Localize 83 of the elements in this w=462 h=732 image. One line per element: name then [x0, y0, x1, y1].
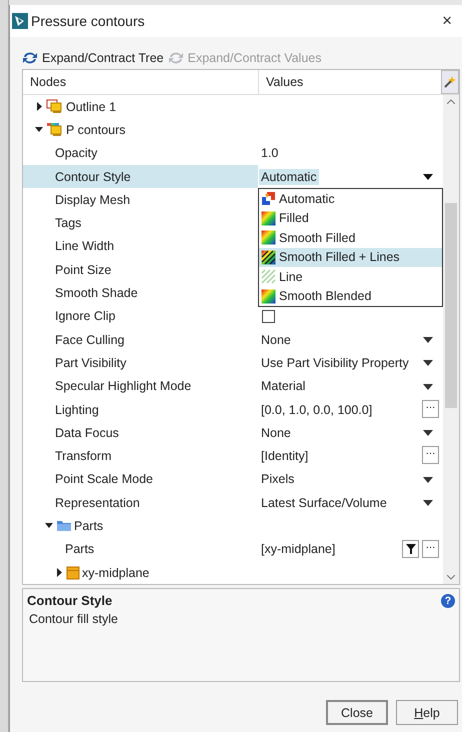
dropdown-option[interactable]: Smooth Filled + Lines: [259, 248, 442, 268]
dialog-button[interactable]: Help: [396, 700, 458, 726]
window-title: Pressure contours: [31, 13, 146, 29]
dropdown-caret-icon[interactable]: [423, 174, 433, 180]
value-text: Use Part Visibility Property: [260, 354, 410, 371]
description-title: Contour Style: [27, 593, 112, 608]
refresh-icon: [22, 51, 38, 65]
value-text: [0.0, 1.0, 0.0, 100.0]: [260, 402, 374, 418]
scrollbar-thumb[interactable]: [445, 203, 457, 408]
column-header[interactable]: Values: [259, 70, 441, 94]
dropdown-caret-icon[interactable]: [423, 384, 433, 390]
dropdown-option[interactable]: Filled: [259, 208, 442, 228]
tree-item[interactable]: Representation: [23, 491, 258, 514]
scroll-up-icon[interactable]: [447, 99, 455, 104]
dropdown-caret-icon[interactable]: [423, 476, 433, 483]
expander-icon[interactable]: [55, 568, 64, 578]
dropdown-option[interactable]: Automatic: [259, 189, 442, 209]
toolbar-button[interactable]: Expand/Contract Tree: [22, 51, 164, 65]
dropdown-caret-icon[interactable]: [423, 430, 433, 436]
value-text: None: [260, 332, 292, 348]
expander-icon[interactable]: [45, 521, 54, 530]
ellipsis-button[interactable]: …: [422, 446, 439, 464]
wand-button[interactable]: [441, 70, 459, 94]
expander-icon[interactable]: [35, 125, 44, 134]
filter-button[interactable]: [402, 540, 419, 558]
gradient-icon: [261, 288, 276, 304]
scrollbar[interactable]: [443, 95, 459, 584]
tree-item[interactable]: Opacity: [23, 142, 258, 165]
tree-item[interactable]: Parts: [23, 538, 258, 561]
scroll-down-icon[interactable]: [447, 575, 455, 580]
description-text: Contour fill style: [28, 612, 119, 626]
expander-icon[interactable]: [35, 102, 44, 112]
tree-item[interactable]: Lighting: [23, 398, 258, 422]
tree-item[interactable]: Tags: [23, 211, 258, 235]
tree-item[interactable]: Parts: [23, 514, 258, 538]
striped-gradient-icon: [261, 250, 276, 265]
refresh-icon: [168, 51, 184, 65]
tree-item[interactable]: Point Size: [23, 258, 258, 282]
close-button[interactable]: ×: [438, 11, 456, 31]
tree-item[interactable]: Transform: [23, 444, 258, 468]
dialog-button[interactable]: Close: [326, 700, 388, 726]
value-text: [Identity]: [260, 448, 310, 464]
wand-icon: [443, 75, 457, 89]
contour-object-icon: [46, 122, 64, 138]
ellipsis-button[interactable]: …: [422, 400, 439, 418]
tree-item[interactable]: xy-midplane: [23, 560, 258, 584]
tree-item[interactable]: Face Culling: [23, 328, 258, 352]
checkbox[interactable]: [262, 310, 275, 323]
value-text: Latest Surface/Volume: [260, 494, 388, 511]
tree-item[interactable]: Outline 1: [23, 95, 258, 118]
value-text: 1.0: [260, 145, 280, 162]
tree-item[interactable]: Display Mesh: [23, 188, 258, 212]
tree-item[interactable]: Specular Highlight Mode: [23, 374, 258, 398]
gradient-icon: [261, 210, 276, 226]
tree-item[interactable]: Line Width: [23, 234, 258, 258]
help-icon[interactable]: ?: [441, 594, 455, 608]
value-text: [xy-midplane]: [260, 541, 336, 558]
dropdown-caret-icon[interactable]: [423, 360, 433, 366]
outline-icon: [46, 99, 64, 114]
filter-icon: [406, 544, 416, 554]
gradient-icon: [261, 230, 276, 246]
tree-item[interactable]: Data Focus: [23, 421, 258, 444]
tree-item[interactable]: Ignore Clip: [23, 304, 258, 328]
tree-item[interactable]: Part Visibility: [23, 351, 258, 375]
dropdown-caret-icon[interactable]: [423, 500, 433, 506]
tree-item[interactable]: P contours: [23, 118, 258, 142]
ellipsis-button[interactable]: …: [422, 540, 439, 558]
stripes-icon: [261, 269, 276, 284]
dropdown-option[interactable]: Smooth Blended: [259, 286, 442, 306]
part-icon: [66, 566, 80, 580]
value-text: Material: [260, 378, 306, 394]
folder-icon: [56, 519, 72, 532]
dropdown-caret-icon[interactable]: [423, 336, 433, 343]
dropdown-option[interactable]: Line: [259, 267, 442, 287]
value-text: Pixels: [260, 471, 296, 488]
tree-item[interactable]: Point Scale Mode: [23, 468, 258, 492]
tree-item[interactable]: Contour Style: [23, 164, 258, 188]
column-header[interactable]: Nodes: [23, 70, 259, 94]
value-text: Automatic: [259, 168, 319, 185]
tree-item[interactable]: Smooth Shade: [23, 281, 258, 305]
value-text: None: [260, 424, 292, 441]
automatic-icon: [261, 191, 276, 206]
dropdown-option[interactable]: Smooth Filled: [259, 228, 442, 248]
